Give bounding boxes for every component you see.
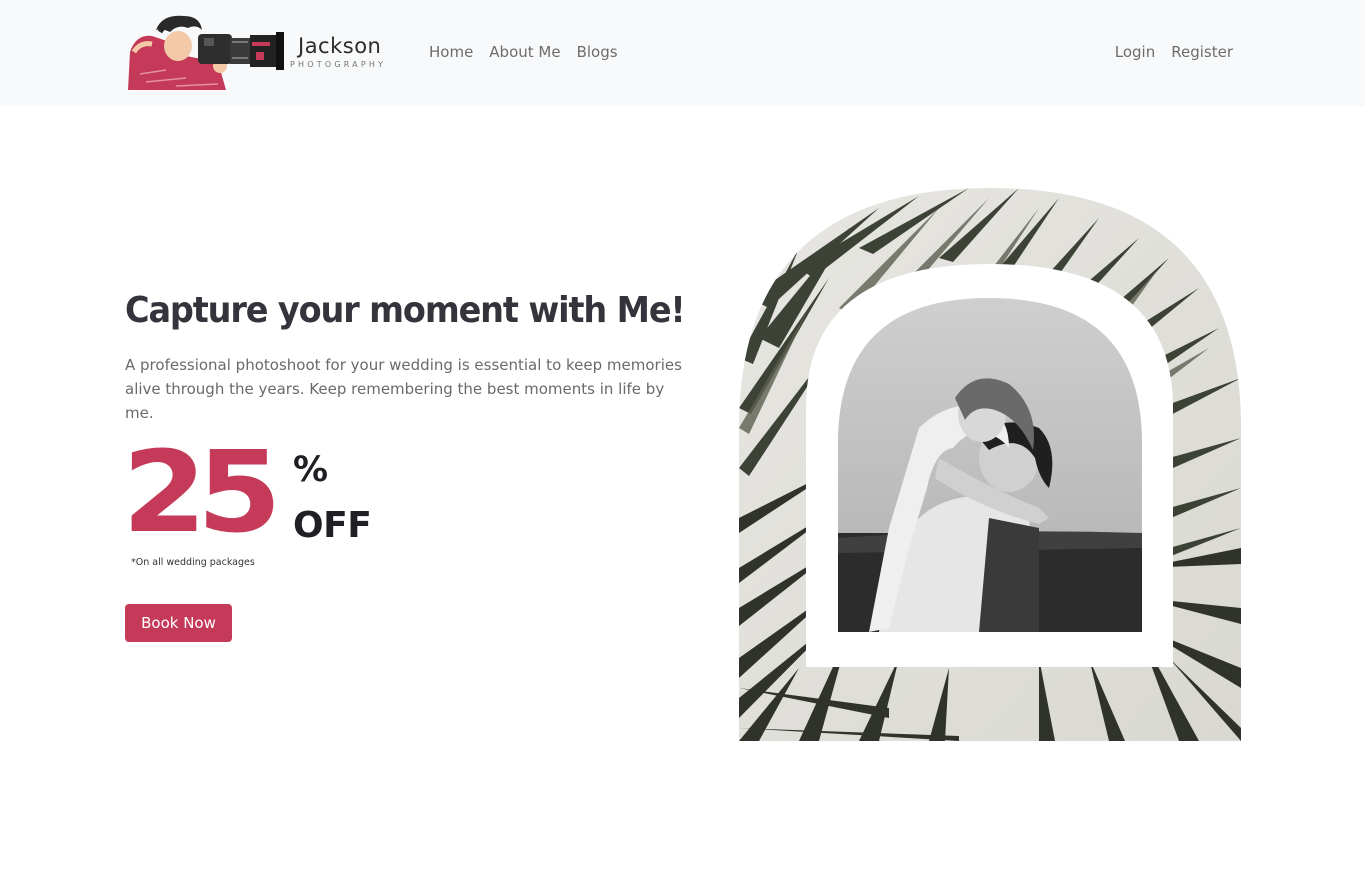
promo-number: 25 xyxy=(122,426,282,558)
primary-nav: Home About Me Blogs xyxy=(429,43,618,61)
nav-blogs-link[interactable]: Blogs xyxy=(577,43,618,61)
book-now-button[interactable]: Book Now xyxy=(125,604,232,642)
hero-description: A professional photoshoot for your weddi… xyxy=(125,356,682,422)
nav-home-link[interactable]: Home xyxy=(429,43,473,61)
promo-note: *On all wedding packages xyxy=(131,557,255,568)
brand-name: Jackson xyxy=(298,34,382,58)
hero-title: Capture your moment with Me! xyxy=(125,290,686,331)
login-link[interactable]: Login xyxy=(1115,43,1155,61)
couple-photo xyxy=(838,298,1142,632)
promo-off: OFF xyxy=(293,505,372,546)
hero-image xyxy=(739,188,1241,741)
promo-percent: % xyxy=(293,450,329,490)
photographer-logo-icon xyxy=(128,15,284,90)
navbar: Jackson PHOTOGRAPHY Home About Me Blogs … xyxy=(0,0,1365,106)
register-link[interactable]: Register xyxy=(1171,43,1233,61)
auth-nav: Login Register xyxy=(1115,43,1233,61)
brand-logo-link[interactable]: Jackson PHOTOGRAPHY xyxy=(126,12,406,92)
brand-subtitle: PHOTOGRAPHY xyxy=(290,60,387,69)
nav-about-link[interactable]: About Me xyxy=(489,43,560,61)
